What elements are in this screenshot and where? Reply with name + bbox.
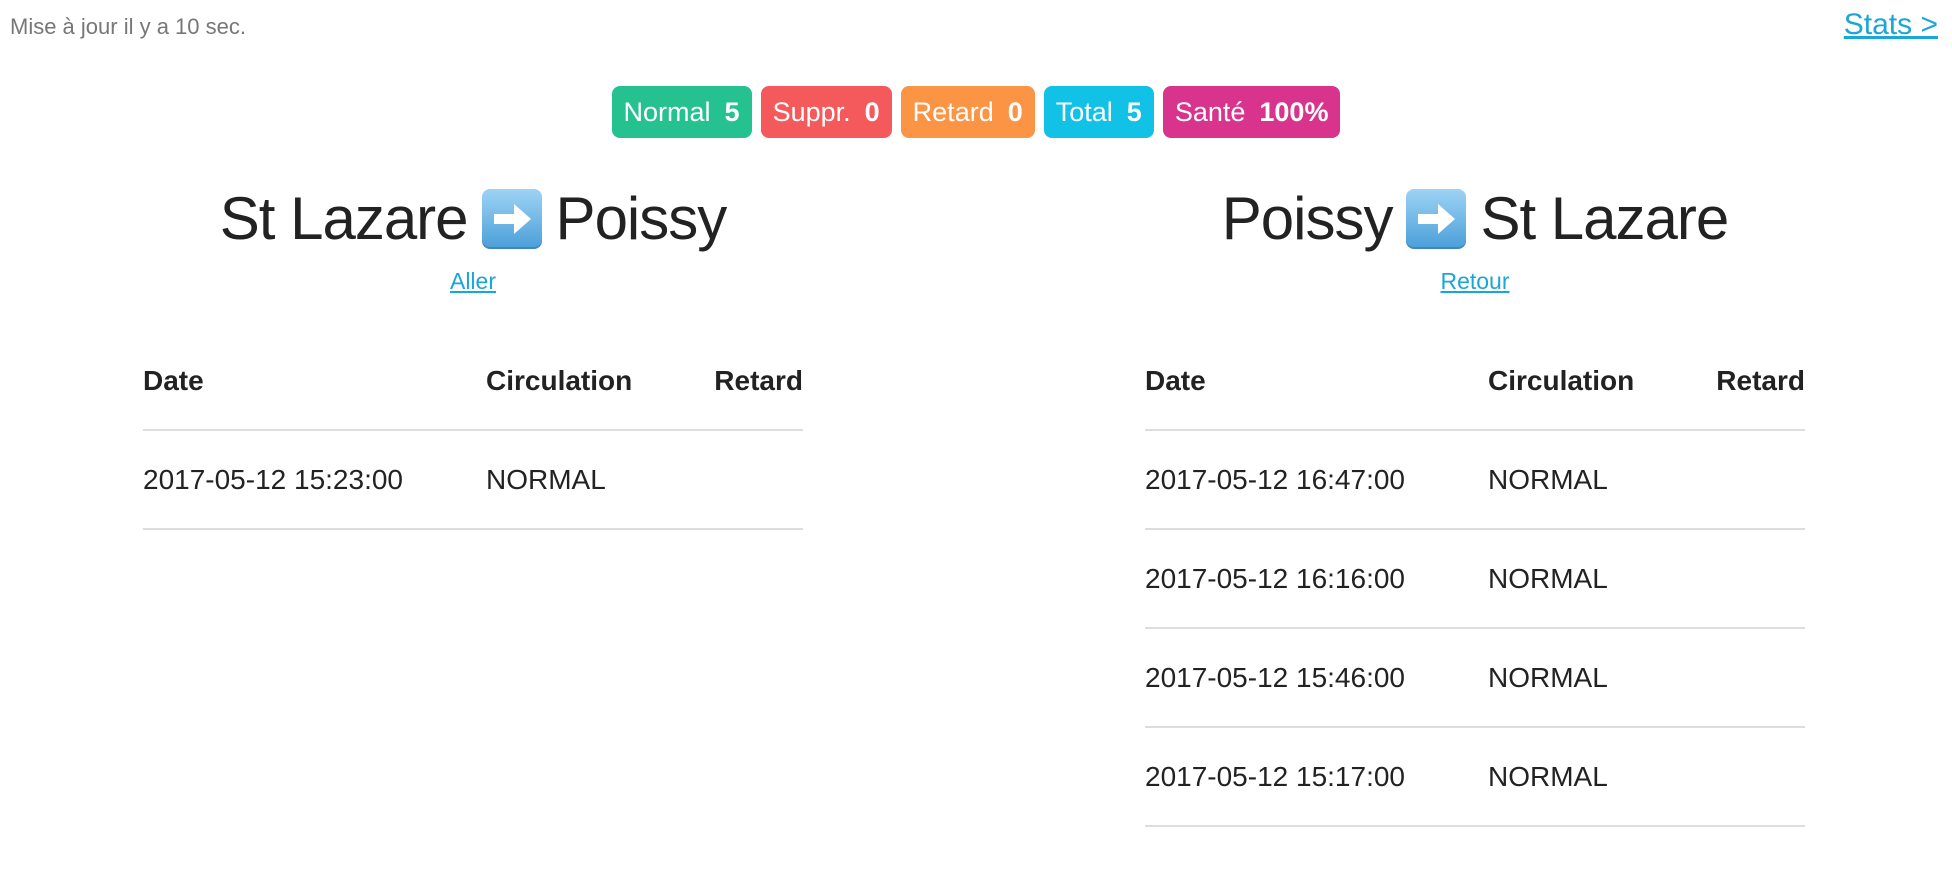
badge-normal: Normal 5 bbox=[611, 86, 752, 138]
aller-link[interactable]: Aller bbox=[143, 268, 803, 295]
table-row: 2017-05-12 15:17:00 NORMAL bbox=[1145, 727, 1805, 827]
badge-value: 0 bbox=[1007, 97, 1023, 127]
cell-circulation: NORMAL bbox=[1488, 628, 1706, 728]
table-row: 2017-05-12 16:47:00 NORMAL bbox=[1145, 430, 1805, 530]
last-updated-text: Mise à jour il y a 10 sec. bbox=[10, 14, 246, 39]
cell-date: 2017-05-12 16:16:00 bbox=[1145, 529, 1488, 629]
table-header-row: Date Circulation Retard bbox=[143, 333, 803, 431]
column-header-circulation: Circulation bbox=[486, 333, 704, 431]
route-title: Poissy St Lazare bbox=[1145, 176, 1805, 262]
cell-retard bbox=[1706, 727, 1805, 827]
column-header-retard: Retard bbox=[704, 333, 803, 431]
badge-suppr: Suppr. 0 bbox=[760, 86, 892, 138]
badge-value: 100% bbox=[1259, 97, 1329, 127]
badge-value: 5 bbox=[1126, 97, 1142, 127]
cell-date: 2017-05-12 15:46:00 bbox=[1145, 628, 1488, 728]
column-header-date: Date bbox=[1145, 333, 1488, 431]
right-arrow-icon bbox=[481, 189, 542, 249]
badge-value: 5 bbox=[724, 97, 740, 127]
column-header-retard: Retard bbox=[1706, 333, 1805, 431]
route-to: Poissy bbox=[555, 185, 728, 252]
badge-retard: Retard 0 bbox=[900, 86, 1035, 138]
route-aller: St Lazare Poissy Aller Date Circulation … bbox=[143, 176, 803, 530]
route-from: St Lazare bbox=[219, 185, 469, 252]
cell-date: 2017-05-12 15:23:00 bbox=[143, 430, 486, 530]
badge-label: Santé bbox=[1174, 97, 1246, 127]
cell-circulation: NORMAL bbox=[1488, 529, 1706, 629]
route-to: St Lazare bbox=[1480, 185, 1729, 252]
route-retour: Poissy St Lazare Retour Date Circulation… bbox=[1145, 176, 1805, 827]
badge-value: 0 bbox=[864, 97, 880, 127]
route-from: Poissy bbox=[1221, 185, 1394, 252]
route-title: St Lazare Poissy bbox=[143, 176, 803, 262]
cell-retard bbox=[1706, 529, 1805, 629]
badge-sante: Santé 100% bbox=[1162, 86, 1341, 138]
page: Mise à jour il y a 10 sec. Stats > Norma… bbox=[0, 0, 1952, 880]
column-header-date: Date bbox=[143, 333, 486, 431]
table-row: 2017-05-12 15:23:00 NORMAL bbox=[143, 430, 803, 530]
cell-retard bbox=[1706, 430, 1805, 530]
cell-circulation: NORMAL bbox=[486, 430, 704, 530]
badge-label: Total bbox=[1055, 97, 1113, 127]
badge-label: Suppr. bbox=[772, 97, 851, 127]
stats-link[interactable]: Stats > bbox=[1844, 8, 1938, 42]
column-header-circulation: Circulation bbox=[1488, 333, 1706, 431]
right-arrow-icon bbox=[1406, 189, 1467, 249]
cell-retard bbox=[704, 430, 803, 530]
table-row: 2017-05-12 15:46:00 NORMAL bbox=[1145, 628, 1805, 728]
trains-table: Date Circulation Retard 2017-05-12 15:23… bbox=[143, 333, 803, 530]
cell-date: 2017-05-12 15:17:00 bbox=[1145, 727, 1488, 827]
badge-label: Retard bbox=[912, 97, 994, 127]
table-row: 2017-05-12 16:16:00 NORMAL bbox=[1145, 529, 1805, 629]
cell-date: 2017-05-12 16:47:00 bbox=[1145, 430, 1488, 530]
retour-link[interactable]: Retour bbox=[1145, 268, 1805, 295]
table-header-row: Date Circulation Retard bbox=[1145, 333, 1805, 431]
badge-total: Total 5 bbox=[1043, 86, 1154, 138]
badge-label: Normal bbox=[623, 97, 711, 127]
trains-table: Date Circulation Retard 2017-05-12 16:47… bbox=[1145, 333, 1805, 827]
cell-circulation: NORMAL bbox=[1488, 727, 1706, 827]
cell-circulation: NORMAL bbox=[1488, 430, 1706, 530]
cell-retard bbox=[1706, 628, 1805, 728]
summary-badges: Normal 5 Suppr. 0 Retard 0 Total 5 Santé… bbox=[0, 86, 1952, 138]
